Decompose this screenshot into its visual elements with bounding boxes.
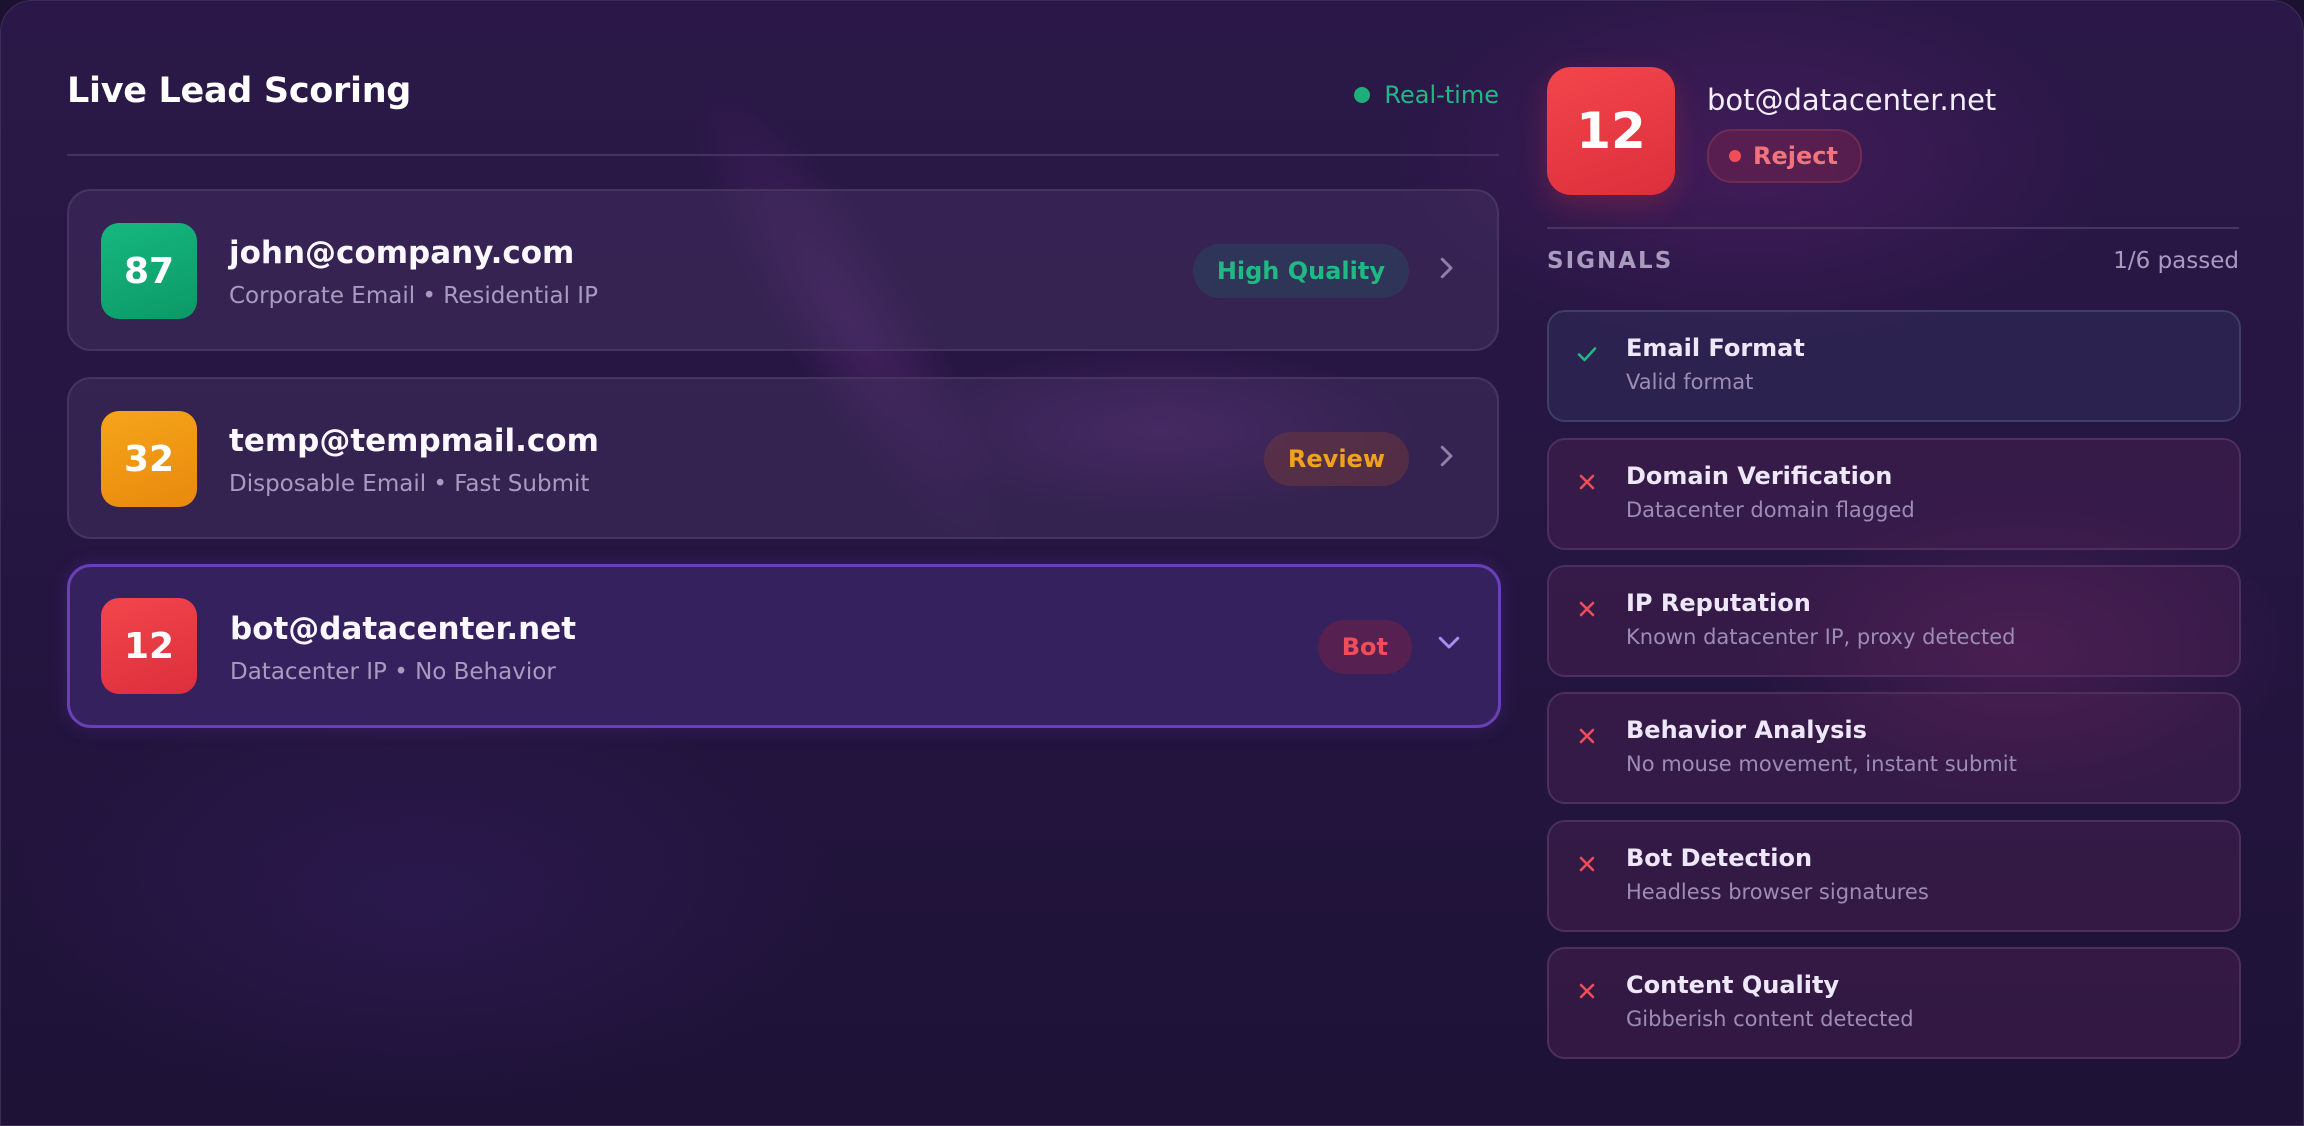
lead-card-temp[interactable]: 32 temp@tempmail.com Disposable Email • … (67, 377, 1499, 539)
app-frame: Live Lead Scoring Real-time 87 john@comp… (0, 0, 2304, 1126)
chevron-down-icon[interactable] (1434, 627, 1464, 657)
verdict-label: Reject (1753, 142, 1838, 170)
lead-tags: Corporate Email • Residential IP (229, 283, 598, 309)
check-icon (1577, 347, 1597, 362)
signal-description: Gibberish content detected (1626, 1007, 1914, 1031)
x-icon (1579, 474, 1595, 490)
live-dot-icon (1354, 87, 1371, 103)
lead-email: temp@tempmail.com (229, 423, 599, 459)
signal-name: Behavior Analysis (1626, 716, 1867, 744)
signal-name: IP Reputation (1626, 589, 1811, 617)
signal-content-quality: Content Quality Gibberish content detect… (1547, 947, 2241, 1059)
detail-email: bot@datacenter.net (1707, 83, 1997, 117)
score-badge: 32 (101, 411, 197, 507)
signal-name: Content Quality (1626, 971, 1840, 999)
score-badge: 12 (101, 598, 197, 694)
lead-card-john[interactable]: 87 john@company.com Corporate Email • Re… (67, 189, 1499, 351)
panel-header: Live Lead Scoring Real-time (67, 63, 1499, 119)
lead-tags: Disposable Email • Fast Submit (229, 471, 590, 497)
x-icon (1579, 601, 1595, 617)
header-divider (67, 154, 1499, 156)
signal-description: No mouse movement, instant submit (1626, 752, 2017, 776)
signal-name: Bot Detection (1626, 844, 1813, 872)
verdict-badge: Reject (1707, 129, 1862, 183)
signal-ip-reputation: IP Reputation Known datacenter IP, proxy… (1547, 565, 2241, 677)
status-dot-icon (1729, 150, 1741, 162)
lead-email: john@company.com (229, 235, 575, 271)
signal-bot-detection: Bot Detection Headless browser signature… (1547, 820, 2241, 932)
signal-name: Domain Verification (1626, 462, 1893, 490)
signal-email-format: Email Format Valid format (1547, 310, 2241, 422)
quality-badge: Bot (1317, 620, 1412, 674)
chevron-right-icon[interactable] (1431, 253, 1461, 283)
signal-domain-verification: Domain Verification Datacenter domain fl… (1547, 438, 2241, 550)
quality-badge: Review (1263, 432, 1409, 486)
x-icon (1579, 856, 1595, 872)
signal-description: Headless browser signatures (1626, 880, 1929, 904)
signal-description: Datacenter domain flagged (1626, 498, 1915, 522)
page-title: Live Lead Scoring (67, 71, 412, 111)
realtime-indicator: Real-time (1354, 81, 1499, 109)
signals-count: 1/6 passed (2113, 248, 2239, 274)
realtime-label: Real-time (1384, 81, 1499, 109)
lead-tags: Datacenter IP • No Behavior (230, 659, 556, 685)
score-badge: 87 (101, 223, 197, 319)
chevron-right-icon[interactable] (1431, 441, 1461, 471)
signals-heading: SIGNALS (1547, 248, 1674, 274)
signal-description: Valid format (1626, 370, 1754, 394)
x-icon (1579, 728, 1595, 744)
quality-badge: High Quality (1192, 244, 1409, 298)
signal-description: Known datacenter IP, proxy detected (1626, 625, 2016, 649)
signal-behavior-analysis: Behavior Analysis No mouse movement, ins… (1547, 692, 2241, 804)
detail-score-badge: 12 (1547, 67, 1675, 195)
lead-card-bot[interactable]: 12 bot@datacenter.net Datacenter IP • No… (67, 564, 1501, 728)
x-icon (1579, 983, 1595, 999)
signal-name: Email Format (1626, 334, 1805, 362)
detail-divider (1547, 227, 2239, 229)
lead-email: bot@datacenter.net (230, 611, 577, 647)
